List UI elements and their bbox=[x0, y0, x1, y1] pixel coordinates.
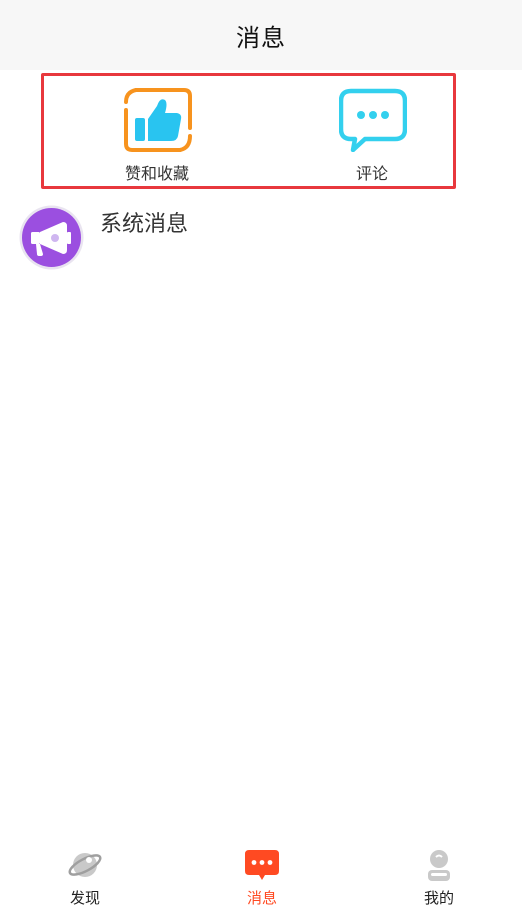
likes-and-favorites-label: 赞和收藏 bbox=[124, 164, 189, 183]
tab-mine-label: 我的 bbox=[423, 889, 454, 907]
comments-label: 评论 bbox=[355, 164, 388, 183]
user-icon bbox=[428, 850, 450, 881]
tab-discover[interactable]: 发现 bbox=[25, 838, 145, 910]
tab-mine[interactable]: 我的 bbox=[379, 838, 499, 910]
messages-screen: 消息 赞和收藏 评论 系统消息 发现 消息 我的 bbox=[0, 0, 522, 910]
system-message-item[interactable]: 系统消息 bbox=[0, 200, 522, 278]
shortcut-panel: 赞和收藏 评论 bbox=[41, 73, 456, 189]
tab-discover-label: 发现 bbox=[69, 889, 100, 907]
chat-bubble-icon bbox=[245, 850, 279, 880]
system-message-title: 系统消息 bbox=[100, 212, 189, 237]
likes-and-favorites-button[interactable]: 赞和收藏 bbox=[92, 76, 222, 186]
tab-messages[interactable]: 消息 bbox=[202, 838, 322, 910]
thumbs-up-icon bbox=[124, 88, 192, 152]
tab-messages-label: 消息 bbox=[246, 889, 277, 907]
comments-button[interactable]: 评论 bbox=[307, 76, 437, 186]
megaphone-icon bbox=[19, 205, 84, 270]
comment-bubble-icon bbox=[339, 88, 407, 152]
header: 消息 bbox=[0, 0, 522, 70]
page-title: 消息 bbox=[236, 23, 286, 52]
planet-icon bbox=[68, 853, 102, 877]
bottom-tab-bar: 发现 消息 我的 bbox=[0, 838, 522, 910]
